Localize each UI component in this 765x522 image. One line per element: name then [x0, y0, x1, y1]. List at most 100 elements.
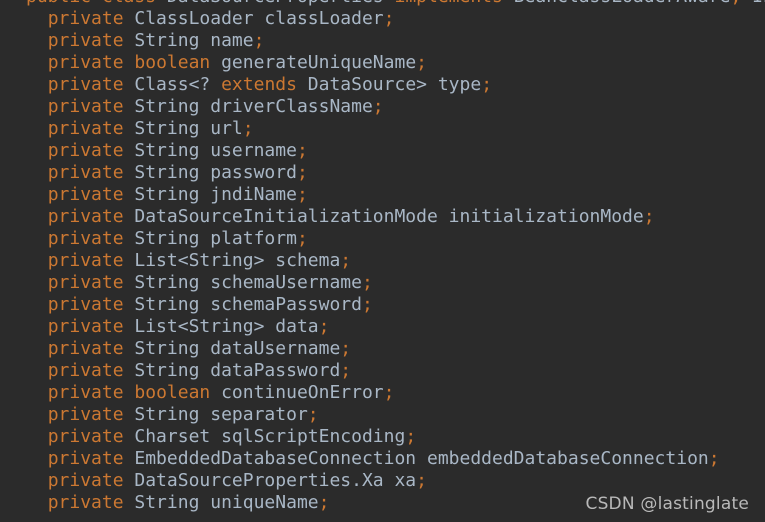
code-token: String separator [123, 404, 308, 425]
code-token: ; [318, 492, 330, 513]
code-token: String schemaPassword [123, 294, 362, 315]
line-generate-unique-name[interactable]: private boolean generateUniqueName; [0, 52, 765, 74]
code-token: ; [340, 250, 352, 271]
code-token: private [47, 492, 124, 513]
code-token: ; [296, 162, 308, 183]
line-platform[interactable]: private String platform; [0, 228, 765, 250]
code-token: ; [296, 228, 308, 249]
line-jndi-name[interactable]: private String jndiName; [0, 184, 765, 206]
line-initialization-mode[interactable]: private DataSourceInitializationMode ini… [0, 206, 765, 228]
code-token: ; [340, 338, 352, 359]
code-token: ; [242, 118, 254, 139]
code-token: DataSourceInitializationMode initializat… [123, 206, 644, 227]
code-token: continueOnError [210, 382, 384, 403]
code-token: EmbeddedDatabaseConnection embeddedDatab… [123, 448, 709, 469]
code-token: String uniqueName [123, 492, 319, 513]
code-token: private [47, 30, 124, 51]
code-token: boolean [134, 52, 211, 73]
line-password[interactable]: private String password; [0, 162, 765, 184]
code-token: ; [416, 470, 427, 491]
code-token: String dataUsername [123, 338, 341, 359]
line-driver-class-name[interactable]: private String driverClassName; [0, 96, 765, 118]
code-token: private [47, 140, 124, 161]
code-line-list[interactable]: public class DataSourceProperties implem… [0, 0, 765, 514]
line-xa[interactable]: private DataSourceProperties.Xa xa; [0, 470, 765, 492]
code-token: List<String> data [123, 316, 319, 337]
code-token: extends [221, 74, 297, 95]
code-token: ; [405, 426, 417, 447]
code-token: String platform [123, 228, 297, 249]
line-continue-on-error[interactable]: private boolean continueOnError; [0, 382, 765, 404]
line-username[interactable]: private String username; [0, 140, 765, 162]
code-token: ClassLoader classLoader [123, 8, 384, 29]
code-token: String password [123, 162, 297, 183]
code-token: String jndiName [123, 184, 297, 205]
code-token: DataSourceProperties [156, 0, 394, 7]
line-embedded-database-connection[interactable]: private EmbeddedDatabaseConnection embed… [0, 448, 765, 470]
code-editor-pane[interactable]: public class DataSourceProperties implem… [0, 0, 765, 522]
code-token: generateUniqueName [210, 52, 417, 73]
code-token: String url [123, 118, 243, 139]
code-token: DataSource> type [296, 74, 482, 95]
line-data[interactable]: private List<String> data; [0, 316, 765, 338]
code-token: BeanClassLoaderAware [503, 0, 731, 7]
line-url[interactable]: private String url; [0, 118, 765, 140]
line-classloader[interactable]: private ClassLoader classLoader; [0, 8, 765, 30]
code-token: DataSourceProperties.Xa xa [123, 470, 417, 491]
line-schema[interactable]: private List<String> schema; [0, 250, 765, 272]
code-token: String schemaUsername [123, 272, 362, 293]
line-schema-username[interactable]: private String schemaUsername; [0, 272, 765, 294]
line-data-password[interactable]: private String dataPassword; [0, 360, 765, 382]
code-token: private [47, 96, 124, 117]
line-sql-script-encoding[interactable]: private Charset sqlScriptEncoding; [0, 426, 765, 448]
code-token: implements [394, 0, 502, 7]
code-token: String dataPassword [123, 360, 341, 381]
line-separator[interactable]: private String separator; [0, 404, 765, 426]
code-token: private [47, 206, 124, 227]
code-token: ; [708, 448, 720, 469]
code-screenshot: public class DataSourceProperties implem… [0, 0, 765, 522]
code-token: private [47, 382, 124, 403]
code-token: private [47, 448, 124, 469]
code-token: ; [416, 52, 427, 73]
code-token: private [47, 360, 124, 381]
line-data-username[interactable]: private String dataUsername; [0, 338, 765, 360]
line-schema-password[interactable]: private String schemaPassword; [0, 294, 765, 316]
code-token: ; [296, 140, 308, 161]
code-token: , [730, 0, 741, 7]
code-token: Init [741, 0, 765, 7]
code-token: private [47, 52, 124, 73]
line-type[interactable]: private Class<? extends DataSource> type… [0, 74, 765, 96]
code-token: Charset sqlScriptEncoding [123, 426, 406, 447]
code-token: class [102, 0, 156, 7]
code-token: private [47, 250, 124, 271]
line-name[interactable]: private String name; [0, 30, 765, 52]
line-class-declaration[interactable]: public class DataSourceProperties implem… [0, 0, 765, 8]
code-token: ; [361, 294, 373, 315]
csdn-watermark: CSDN @lastinglate [585, 494, 749, 514]
code-token: private [47, 404, 124, 425]
code-token: List<String> schema [123, 250, 341, 271]
code-token: private [47, 294, 124, 315]
code-token: ; [318, 316, 330, 337]
code-token: String name [123, 30, 254, 51]
